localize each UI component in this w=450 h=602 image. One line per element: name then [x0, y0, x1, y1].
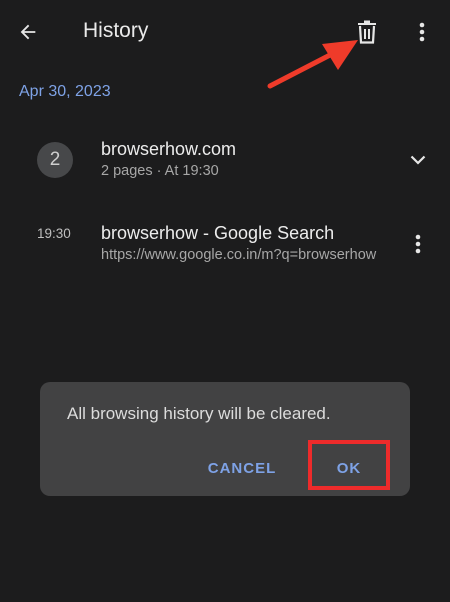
cancel-button[interactable]: CANCEL: [198, 460, 286, 477]
history-item-time: 19:30: [37, 226, 71, 241]
more-vert-icon[interactable]: [404, 228, 432, 260]
date-header: Apr 30, 2023: [19, 83, 111, 100]
clear-history-dialog: All browsing history will be cleared. CA…: [40, 382, 410, 496]
history-item-url: https://www.google.co.in/m?q=browserhow: [101, 247, 377, 263]
history-item[interactable]: 2 browserhow.com 2 pages · At 19:30: [0, 132, 450, 188]
annotation-arrow-icon: [267, 40, 358, 89]
more-vert-icon[interactable]: [408, 14, 436, 50]
history-item[interactable]: 19:30 browserhow - Google Search https:/…: [0, 216, 450, 272]
history-item-title: browserhow.com: [101, 139, 237, 159]
page-count-badge: 2: [37, 142, 73, 178]
history-item-subtitle: 2 pages · At 19:30: [101, 163, 219, 179]
history-item-title: browserhow - Google Search: [101, 223, 335, 243]
back-arrow-icon[interactable]: [10, 14, 46, 50]
page-title: History: [83, 19, 149, 42]
app-bar: History: [0, 0, 450, 64]
chevron-down-icon[interactable]: [404, 146, 432, 174]
dialog-message: All browsing history will be cleared.: [67, 404, 331, 423]
ok-button[interactable]: OK: [308, 460, 390, 477]
